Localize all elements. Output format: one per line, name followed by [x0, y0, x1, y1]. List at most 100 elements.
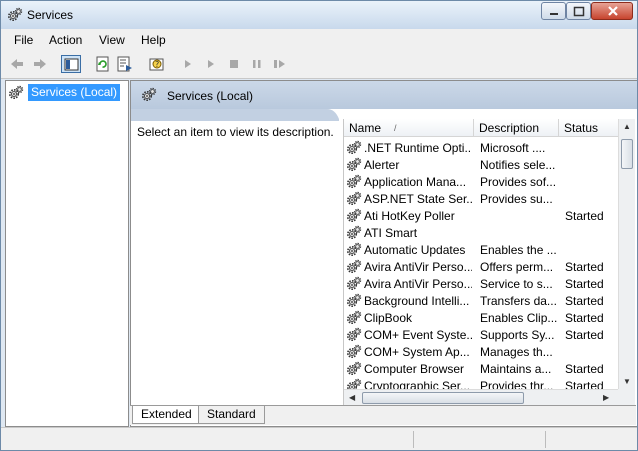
- menu-help[interactable]: Help: [141, 33, 166, 47]
- start-service-button[interactable]: [178, 55, 198, 73]
- refresh-button[interactable]: [93, 55, 113, 73]
- service-description: Transfers da...: [480, 294, 557, 308]
- menu-action[interactable]: Action: [49, 33, 82, 47]
- service-gear-icon: [346, 327, 362, 343]
- service-gear-icon: [346, 208, 362, 224]
- service-row[interactable]: ASP.NET State Ser... Provides su...: [344, 190, 618, 207]
- service-name: ClipBook: [364, 311, 413, 325]
- stop-service-button[interactable]: [224, 55, 244, 73]
- forward-icon: [34, 59, 46, 69]
- maximize-button[interactable]: [566, 2, 591, 20]
- back-icon: [11, 59, 23, 69]
- stop-service-icon: [230, 60, 238, 68]
- start-service-alt-icon: [208, 60, 214, 68]
- details-pane: Services (Local) Select an item to view …: [130, 80, 637, 427]
- properties-help-icon: ?: [149, 58, 164, 71]
- window-title: Services: [27, 8, 74, 22]
- vertical-scrollbar[interactable]: ▲ ▼: [618, 119, 635, 389]
- service-description: Enables the ...: [480, 243, 557, 257]
- service-row[interactable]: Avira AntiVir Perso... Offers perm... Star…: [344, 258, 618, 275]
- service-gear-icon: [346, 361, 362, 377]
- title-bar[interactable]: Services: [1, 1, 637, 29]
- back-button[interactable]: [7, 55, 27, 73]
- services-gear-icon: [141, 87, 157, 103]
- service-status: Started: [565, 209, 604, 223]
- pane-header: Services (Local): [131, 81, 637, 109]
- refresh-icon: [96, 56, 109, 72]
- service-description: Enables Clip...: [480, 311, 558, 325]
- status-bar: [1, 427, 637, 450]
- service-row[interactable]: Cryptographic Ser... Provides thr... Start…: [344, 377, 618, 389]
- service-row[interactable]: Computer Browser Maintains a... Started: [344, 360, 618, 377]
- service-row[interactable]: Alerter Notifies sele...: [344, 156, 618, 173]
- service-name: Computer Browser: [364, 362, 465, 376]
- service-name: ASP.NET State Ser...: [364, 192, 472, 206]
- service-row[interactable]: Avira AntiVir Perso... Service to s... Sta…: [344, 275, 618, 292]
- description-prompt: Select an item to view its description.: [137, 125, 334, 139]
- pause-service-button[interactable]: [247, 55, 267, 73]
- service-row[interactable]: ATI Smart: [344, 224, 618, 241]
- service-name: Ati HotKey Poller: [364, 209, 455, 223]
- view-tabs: Extended Standard: [130, 405, 636, 425]
- scroll-down-icon[interactable]: ▼: [623, 377, 631, 386]
- status-divider: [545, 431, 546, 448]
- service-row[interactable]: COM+ Event Syste... Supports Sy... Started: [344, 326, 618, 343]
- menu-file[interactable]: File: [14, 33, 33, 47]
- service-name: .NET Runtime Opti...: [364, 141, 472, 155]
- services-rows: .NET Runtime Opti... Microsoft .... Alerte…: [344, 119, 618, 389]
- scroll-corner: [618, 389, 635, 405]
- show-hide-console-tree-button[interactable]: [61, 55, 81, 73]
- service-name: Cryptographic Ser...: [364, 379, 471, 389]
- service-description: Offers perm...: [480, 260, 554, 274]
- service-name: Avira AntiVir Perso...: [364, 260, 472, 274]
- forward-button[interactable]: [30, 55, 50, 73]
- service-status: Started: [565, 362, 604, 376]
- service-name: Alerter: [364, 158, 400, 172]
- service-description: Maintains a...: [480, 362, 552, 376]
- service-gear-icon: [346, 140, 362, 156]
- services-list: Name / Description Status .NET Runtime O…: [343, 119, 635, 405]
- services-gear-icon: [8, 85, 24, 101]
- service-status: Started: [565, 379, 604, 389]
- tab-extended[interactable]: Extended: [132, 406, 201, 424]
- service-description: Notifies sele...: [480, 158, 556, 172]
- service-gear-icon: [346, 293, 362, 309]
- service-gear-icon: [346, 310, 362, 326]
- service-name: ATI Smart: [364, 226, 418, 240]
- service-name: Avira AntiVir Perso...: [364, 277, 472, 291]
- service-row[interactable]: .NET Runtime Opti... Microsoft ....: [344, 139, 618, 156]
- horizontal-scrollbar[interactable]: ◀ ▶: [344, 389, 618, 405]
- properties-button[interactable]: ?: [147, 55, 167, 73]
- start-service-alt-button[interactable]: [201, 55, 221, 73]
- horizontal-scroll-thumb[interactable]: [362, 392, 524, 404]
- minimize-icon: [550, 13, 558, 15]
- minimize-button[interactable]: [541, 2, 566, 20]
- service-description: Provides sof...: [480, 175, 557, 189]
- service-name: Application Mana...: [364, 175, 467, 189]
- tab-standard[interactable]: Standard: [198, 406, 265, 424]
- service-status: Started: [565, 328, 604, 342]
- menu-view[interactable]: View: [99, 33, 125, 47]
- scroll-left-icon[interactable]: ◀: [349, 393, 355, 402]
- export-list-button[interactable]: [115, 55, 135, 73]
- toolbar: ?: [1, 51, 637, 79]
- service-row[interactable]: Automatic Updates Enables the ...: [344, 241, 618, 258]
- service-row[interactable]: Ati HotKey Poller Started: [344, 207, 618, 224]
- close-button[interactable]: [591, 2, 633, 20]
- service-gear-icon: [346, 242, 362, 258]
- service-row[interactable]: ClipBook Enables Clip... Started: [344, 309, 618, 326]
- service-description: Manages th...: [480, 345, 553, 359]
- scroll-right-icon[interactable]: ▶: [603, 393, 609, 402]
- menu-bar: File Action View Help: [1, 29, 637, 51]
- scroll-up-icon[interactable]: ▲: [623, 122, 631, 131]
- close-icon: [608, 6, 618, 16]
- service-row[interactable]: Background Intelli... Transfers da... Star…: [344, 292, 618, 309]
- vertical-scroll-thumb[interactable]: [621, 139, 633, 169]
- pause-service-icon: [253, 60, 261, 68]
- start-service-icon: [185, 60, 191, 68]
- service-gear-icon: [346, 378, 362, 389]
- restart-service-button[interactable]: [270, 55, 290, 73]
- pane-header-title: Services (Local): [167, 89, 254, 103]
- service-row[interactable]: COM+ System Ap... Manages th...: [344, 343, 618, 360]
- service-row[interactable]: Application Mana... Provides sof...: [344, 173, 618, 190]
